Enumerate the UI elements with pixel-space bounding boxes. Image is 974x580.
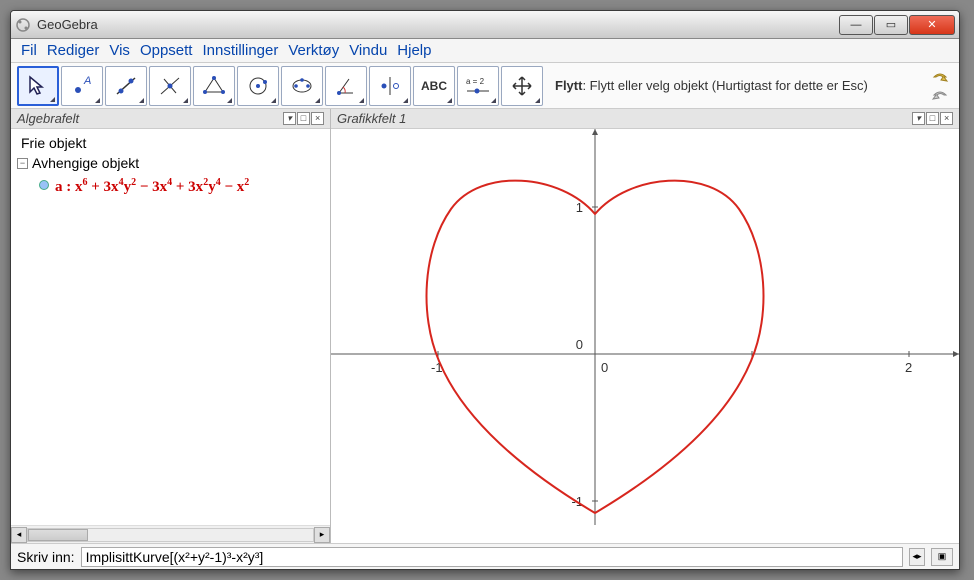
- visibility-dot-icon[interactable]: [39, 180, 49, 190]
- menu-help[interactable]: Hjelp: [393, 40, 435, 61]
- tool-text[interactable]: ABC: [413, 66, 455, 106]
- panel-undock-icon[interactable]: □: [926, 112, 939, 125]
- text-icon: ABC: [421, 79, 447, 93]
- graphics-panel: Grafikkfelt 1 ▾ □ ×: [331, 109, 959, 543]
- algebra-tree[interactable]: Frie objekt − Avhengige objekt a : x6 + …: [11, 129, 330, 525]
- perp-icon: [158, 74, 182, 98]
- circle-icon: [246, 74, 270, 98]
- tool-line[interactable]: [105, 66, 147, 106]
- command-input[interactable]: [81, 547, 903, 567]
- x-tick-2: 2: [905, 360, 912, 375]
- algebra-title: Algebrafelt: [17, 111, 79, 126]
- menu-file[interactable]: Fil: [17, 40, 41, 61]
- maximize-button[interactable]: ▭: [874, 15, 908, 35]
- scroll-right-icon[interactable]: ▸: [314, 527, 330, 543]
- close-button[interactable]: ✕: [909, 15, 955, 35]
- panel-menu-icon[interactable]: ▾: [283, 112, 296, 125]
- menu-window[interactable]: Vindu: [345, 40, 391, 61]
- app-window: GeoGebra — ▭ ✕ Fil Rediger Vis Oppsett I…: [10, 10, 960, 570]
- panel-close-icon[interactable]: ×: [311, 112, 324, 125]
- tool-move[interactable]: [17, 66, 59, 106]
- cursor-icon: [26, 74, 50, 98]
- input-label: Skriv inn:: [17, 549, 75, 565]
- titlebar: GeoGebra — ▭ ✕: [11, 11, 959, 39]
- tool-polygon[interactable]: [193, 66, 235, 106]
- window-controls: — ▭ ✕: [838, 15, 955, 35]
- reflect-icon: [378, 74, 402, 98]
- undo-button[interactable]: [931, 69, 949, 85]
- input-bar: Skriv inn: ◂▸ ▣: [11, 543, 959, 569]
- svg-text:a = 2: a = 2: [466, 77, 485, 86]
- object-definition: a : x6 + 3x4y2 − 3x4 + 3x2y4 − x2: [55, 173, 249, 197]
- dependent-objects-label: Avhengige objekt: [32, 153, 139, 173]
- tool-move-view[interactable]: [501, 66, 543, 106]
- move-view-icon: [510, 74, 534, 98]
- tool-circle[interactable]: [237, 66, 279, 106]
- tool-angle[interactable]: [325, 66, 367, 106]
- menu-view[interactable]: Vis: [105, 40, 134, 61]
- polygon-icon: [202, 74, 226, 98]
- graphics-canvas: -1 0 2 1 0 -1: [331, 129, 959, 525]
- algebra-hscroll[interactable]: ◂ ▸: [11, 525, 330, 543]
- x-tick-0: 0: [601, 360, 608, 375]
- tool-conic[interactable]: [281, 66, 323, 106]
- menubar: Fil Rediger Vis Oppsett Innstillinger Ve…: [11, 39, 959, 63]
- algebra-header: Algebrafelt ▾ □ ×: [11, 109, 330, 129]
- tool-slider[interactable]: a = 2: [457, 66, 499, 106]
- free-objects-label: Frie objekt: [21, 133, 86, 153]
- ellipse-icon: [290, 74, 314, 98]
- tool-hint: Flytt: Flytt eller velg objekt (Hurtigta…: [545, 76, 929, 95]
- scroll-thumb[interactable]: [28, 529, 88, 541]
- svg-text:A: A: [83, 75, 91, 87]
- line-icon: [114, 74, 138, 98]
- slider-icon: a = 2: [463, 74, 493, 98]
- window-title: GeoGebra: [37, 17, 838, 32]
- point-icon: A: [70, 74, 94, 98]
- tool-perpendicular[interactable]: [149, 66, 191, 106]
- algebra-panel: Algebrafelt ▾ □ × Frie objekt − Avhengig…: [11, 109, 331, 543]
- tool-hint-name: Flytt: [555, 78, 582, 93]
- main-area: Algebrafelt ▾ □ × Frie objekt − Avhengig…: [11, 109, 959, 543]
- scroll-left-icon[interactable]: ◂: [11, 527, 27, 543]
- tool-reflect[interactable]: [369, 66, 411, 106]
- graphics-title: Grafikkfelt 1: [337, 111, 406, 126]
- object-row-a[interactable]: a : x6 + 3x4y2 − 3x4 + 3x2y4 − x2: [39, 173, 324, 197]
- menu-layout[interactable]: Oppsett: [136, 40, 197, 61]
- menu-tools[interactable]: Verktøy: [284, 40, 343, 61]
- graphics-header: Grafikkfelt 1 ▾ □ ×: [331, 109, 959, 129]
- app-icon: [15, 17, 31, 33]
- input-history-icon[interactable]: ◂▸: [909, 548, 925, 566]
- panel-undock-icon[interactable]: □: [297, 112, 310, 125]
- tool-hint-desc: : Flytt eller velg objekt (Hurtigtast fo…: [582, 78, 867, 93]
- panel-close-icon[interactable]: ×: [940, 112, 953, 125]
- y-tick-0: 0: [576, 337, 583, 352]
- angle-icon: [334, 74, 358, 98]
- menu-settings[interactable]: Innstillinger: [198, 40, 282, 61]
- minimize-button[interactable]: —: [839, 15, 873, 35]
- panel-menu-icon[interactable]: ▾: [912, 112, 925, 125]
- menu-edit[interactable]: Rediger: [43, 40, 104, 61]
- input-help-icon[interactable]: ▣: [931, 548, 953, 566]
- toolbar: A ABC: [11, 63, 959, 109]
- graphics-view[interactable]: -1 0 2 1 0 -1: [331, 129, 959, 543]
- collapse-icon[interactable]: −: [17, 158, 28, 169]
- redo-button[interactable]: [931, 87, 949, 103]
- tool-point[interactable]: A: [61, 66, 103, 106]
